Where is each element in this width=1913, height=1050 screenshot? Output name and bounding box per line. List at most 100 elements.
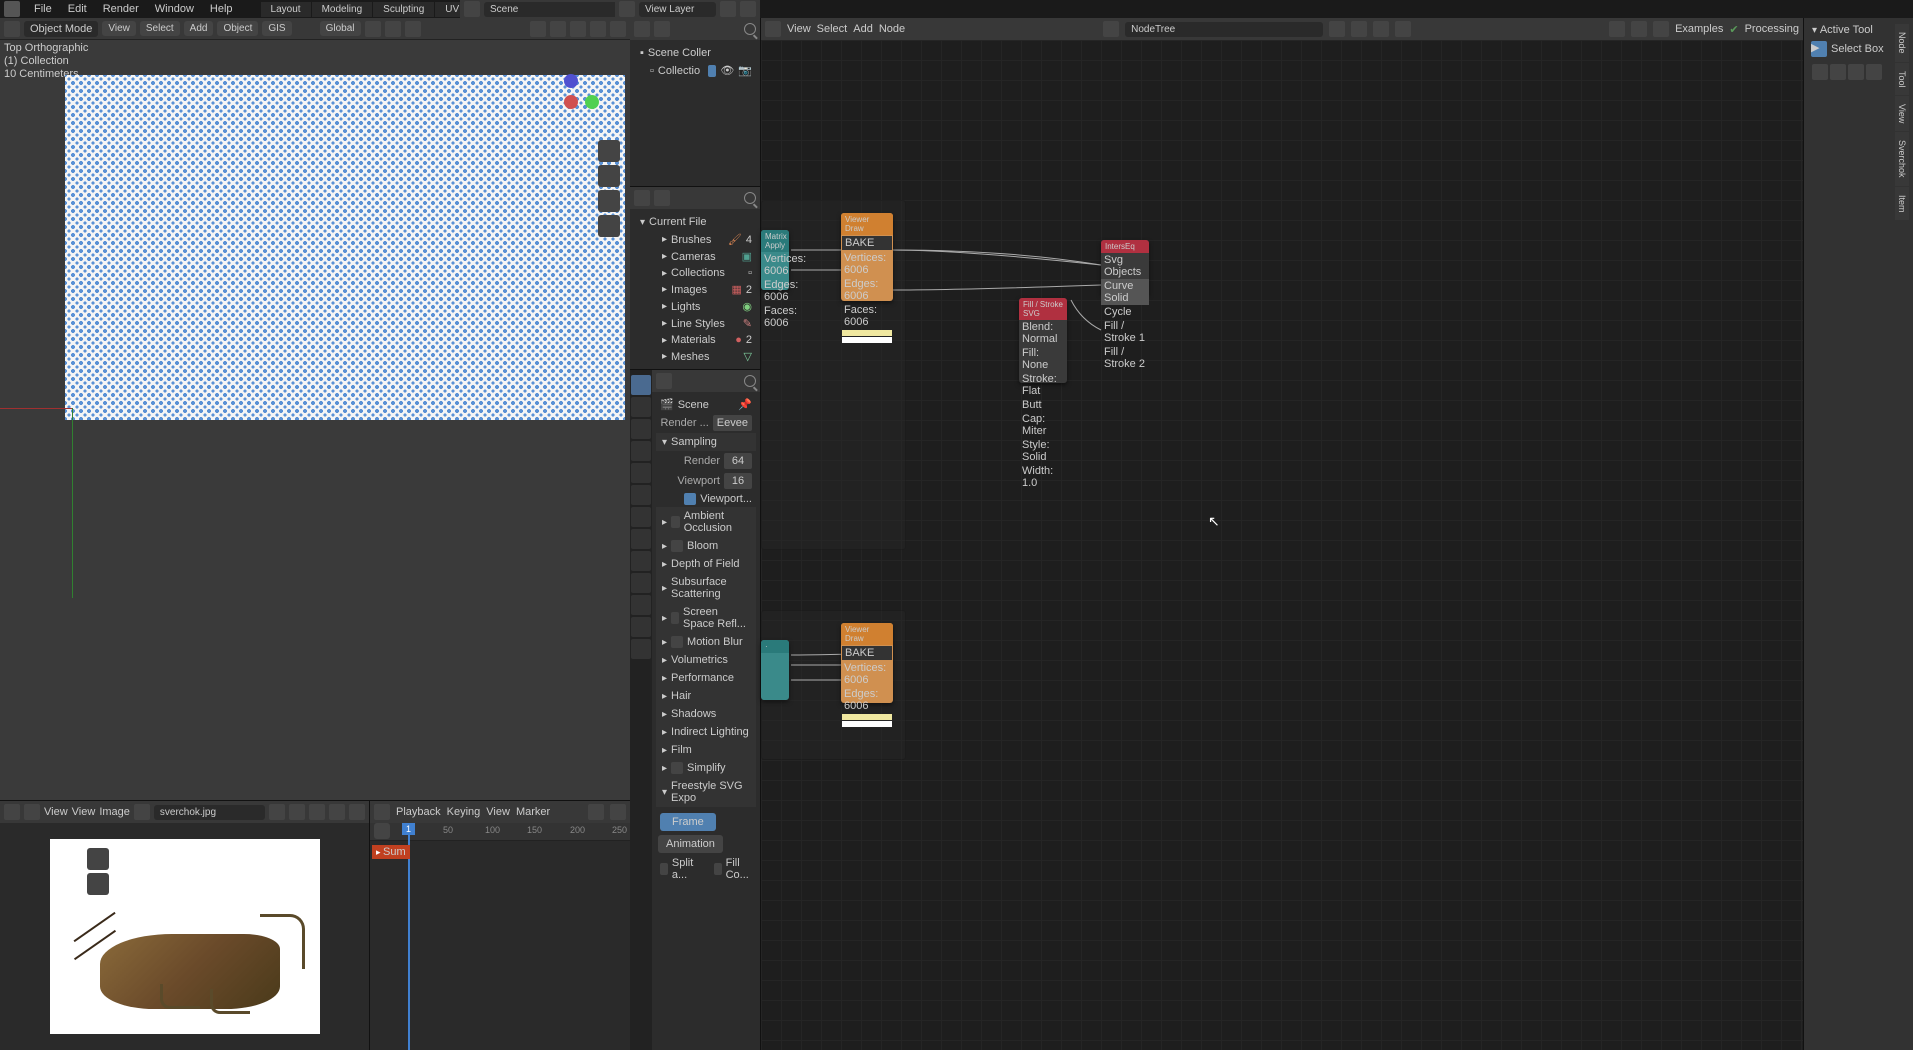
- side-tab-sverchok[interactable]: Sverchok: [1895, 132, 1909, 186]
- y-axis-icon[interactable]: [585, 95, 599, 109]
- marker-menu[interactable]: Marker: [516, 806, 550, 818]
- split-checkbox[interactable]: [660, 863, 668, 875]
- search-icon[interactable]: [744, 192, 756, 204]
- gis-menu[interactable]: GIS: [262, 21, 291, 36]
- search-icon[interactable]: [744, 375, 756, 387]
- properties-type-icon[interactable]: [656, 373, 672, 389]
- summary-marker[interactable]: ▸ Sum: [372, 845, 410, 859]
- transform-orientation[interactable]: Global: [320, 21, 361, 36]
- zoom-icon[interactable]: [598, 140, 620, 162]
- editor-type-icon[interactable]: [4, 21, 20, 37]
- constraint-properties-tab[interactable]: [631, 573, 651, 593]
- freestyle-section[interactable]: ▾ Freestyle SVG Expo: [656, 777, 756, 807]
- render-samples-input[interactable]: 64: [724, 453, 752, 469]
- camera-render-icon[interactable]: 📷: [738, 64, 752, 77]
- add-menu[interactable]: Add: [184, 21, 214, 36]
- ssr-checkbox[interactable]: [671, 612, 679, 624]
- shading-rendered-icon[interactable]: [610, 21, 626, 37]
- teal-node-2[interactable]: ·: [761, 640, 789, 700]
- shadows-section[interactable]: ▸ Shadows: [656, 705, 756, 723]
- scene-icon[interactable]: [464, 1, 480, 17]
- overlay-icon[interactable]: [530, 21, 546, 37]
- auto-key-icon[interactable]: [588, 804, 604, 820]
- outliner-display-mode-icon[interactable]: [654, 21, 670, 37]
- file-menu[interactable]: File: [26, 3, 60, 15]
- nodetree-new-button[interactable]: [1351, 21, 1367, 37]
- image-filename-input[interactable]: sverchok.jpg: [154, 805, 265, 820]
- outliner-data-type-icon[interactable]: [634, 190, 650, 206]
- image-zoom-icon[interactable]: [87, 848, 109, 870]
- motion-blur-section[interactable]: ▸ Motion Blur: [656, 633, 756, 651]
- scene-properties-tab[interactable]: [631, 441, 651, 461]
- linestyles-item[interactable]: ▸ Line Styles ✎: [634, 315, 756, 332]
- meshes-item[interactable]: ▸ Meshes ▽: [634, 348, 756, 365]
- image-browse-icon[interactable]: [134, 804, 150, 820]
- render-properties-tab[interactable]: [631, 375, 651, 395]
- viewlayer-new-button[interactable]: [720, 1, 736, 17]
- output-properties-tab[interactable]: [631, 397, 651, 417]
- processing-checkbox[interactable]: ✔: [1729, 23, 1738, 36]
- workspace-tab-sculpting[interactable]: Sculpting: [373, 2, 434, 17]
- node-option-icon[interactable]: [1609, 21, 1625, 37]
- node-node-menu[interactable]: Node: [879, 23, 905, 35]
- image-new-button[interactable]: [289, 804, 305, 820]
- shading-wireframe-icon[interactable]: [550, 21, 566, 37]
- node-select-menu[interactable]: Select: [817, 23, 848, 35]
- pin-icon[interactable]: 📌: [738, 398, 752, 411]
- timeline-editor-type-icon[interactable]: [374, 804, 390, 820]
- view-menu[interactable]: View: [102, 21, 136, 36]
- image-users-icon[interactable]: [269, 804, 285, 820]
- node-editor-type-icon[interactable]: [765, 21, 781, 37]
- shield-icon[interactable]: [1329, 21, 1345, 37]
- viewlayer-delete-button[interactable]: [740, 1, 756, 17]
- ao-section[interactable]: ▸ Ambient Occlusion: [656, 507, 756, 537]
- sampling-section[interactable]: ▾ Sampling: [656, 433, 756, 451]
- side-tab-item[interactable]: Item: [1895, 187, 1909, 221]
- help-menu[interactable]: Help: [202, 3, 241, 15]
- timeline-options-icon[interactable]: [610, 804, 626, 820]
- search-icon[interactable]: [744, 23, 756, 35]
- mode-extend-icon[interactable]: [1830, 64, 1846, 80]
- mesh-grid-object[interactable]: [65, 75, 625, 420]
- shading-solid-icon[interactable]: [570, 21, 586, 37]
- image-image-menu[interactable]: Image: [99, 806, 130, 818]
- image-pin-icon[interactable]: [349, 804, 365, 820]
- workspace-tab-modeling[interactable]: Modeling: [312, 2, 373, 17]
- cameras-item[interactable]: ▸ Cameras ▣: [634, 248, 756, 265]
- nodetree-icon[interactable]: [1103, 21, 1119, 37]
- world-properties-tab[interactable]: [631, 463, 651, 483]
- film-section[interactable]: ▸ Film: [656, 741, 756, 759]
- pin-icon[interactable]: [1395, 21, 1411, 37]
- active-tool-header[interactable]: ▾ Active Tool: [1808, 22, 1909, 38]
- material-properties-tab[interactable]: [631, 617, 651, 637]
- image-editor-type-icon[interactable]: [4, 804, 20, 820]
- object-menu[interactable]: Object: [217, 21, 258, 36]
- indirect-section[interactable]: ▸ Indirect Lighting: [656, 723, 756, 741]
- viewer-draw-node-2[interactable]: Viewer Draw BAKE Vertices: 6006 Edges: 6…: [841, 623, 893, 703]
- animation-button[interactable]: Animation: [658, 835, 723, 853]
- node-view-menu[interactable]: View: [787, 23, 811, 35]
- workspace-tab-layout[interactable]: Layout: [261, 2, 311, 17]
- viewport-3d[interactable]: Top Orthographic (1) Collection 10 Centi…: [0, 40, 630, 800]
- timeline-search-icon[interactable]: [374, 823, 390, 839]
- intersect-node[interactable]: IntersEq Svg Objects Curve Solid Cycle F…: [1101, 240, 1149, 295]
- simplify-section[interactable]: ▸ Simplify: [656, 759, 756, 777]
- mode-new-icon[interactable]: [1812, 64, 1828, 80]
- viewport-samples-input[interactable]: 16: [724, 473, 752, 489]
- frame-button[interactable]: Frame: [660, 813, 716, 831]
- nodetree-name-input[interactable]: NodeTree: [1125, 22, 1323, 37]
- data-properties-tab[interactable]: [631, 595, 651, 615]
- sss-section[interactable]: ▸ Subsurface Scattering: [656, 573, 756, 603]
- image-viewport[interactable]: [0, 823, 369, 1050]
- image-unlink-button[interactable]: [329, 804, 345, 820]
- collection-item[interactable]: ▫ Collectio 👁 📷: [634, 62, 756, 79]
- z-axis-icon[interactable]: [564, 74, 578, 88]
- ao-checkbox[interactable]: [671, 516, 680, 528]
- navigation-gizmo[interactable]: [562, 72, 622, 114]
- pivot-icon[interactable]: [365, 21, 381, 37]
- camera-icon[interactable]: [598, 190, 620, 212]
- image-pan-icon[interactable]: [87, 873, 109, 895]
- volumetrics-section[interactable]: ▸ Volumetrics: [656, 651, 756, 669]
- hair-section[interactable]: ▸ Hair: [656, 687, 756, 705]
- performance-section[interactable]: ▸ Performance: [656, 669, 756, 687]
